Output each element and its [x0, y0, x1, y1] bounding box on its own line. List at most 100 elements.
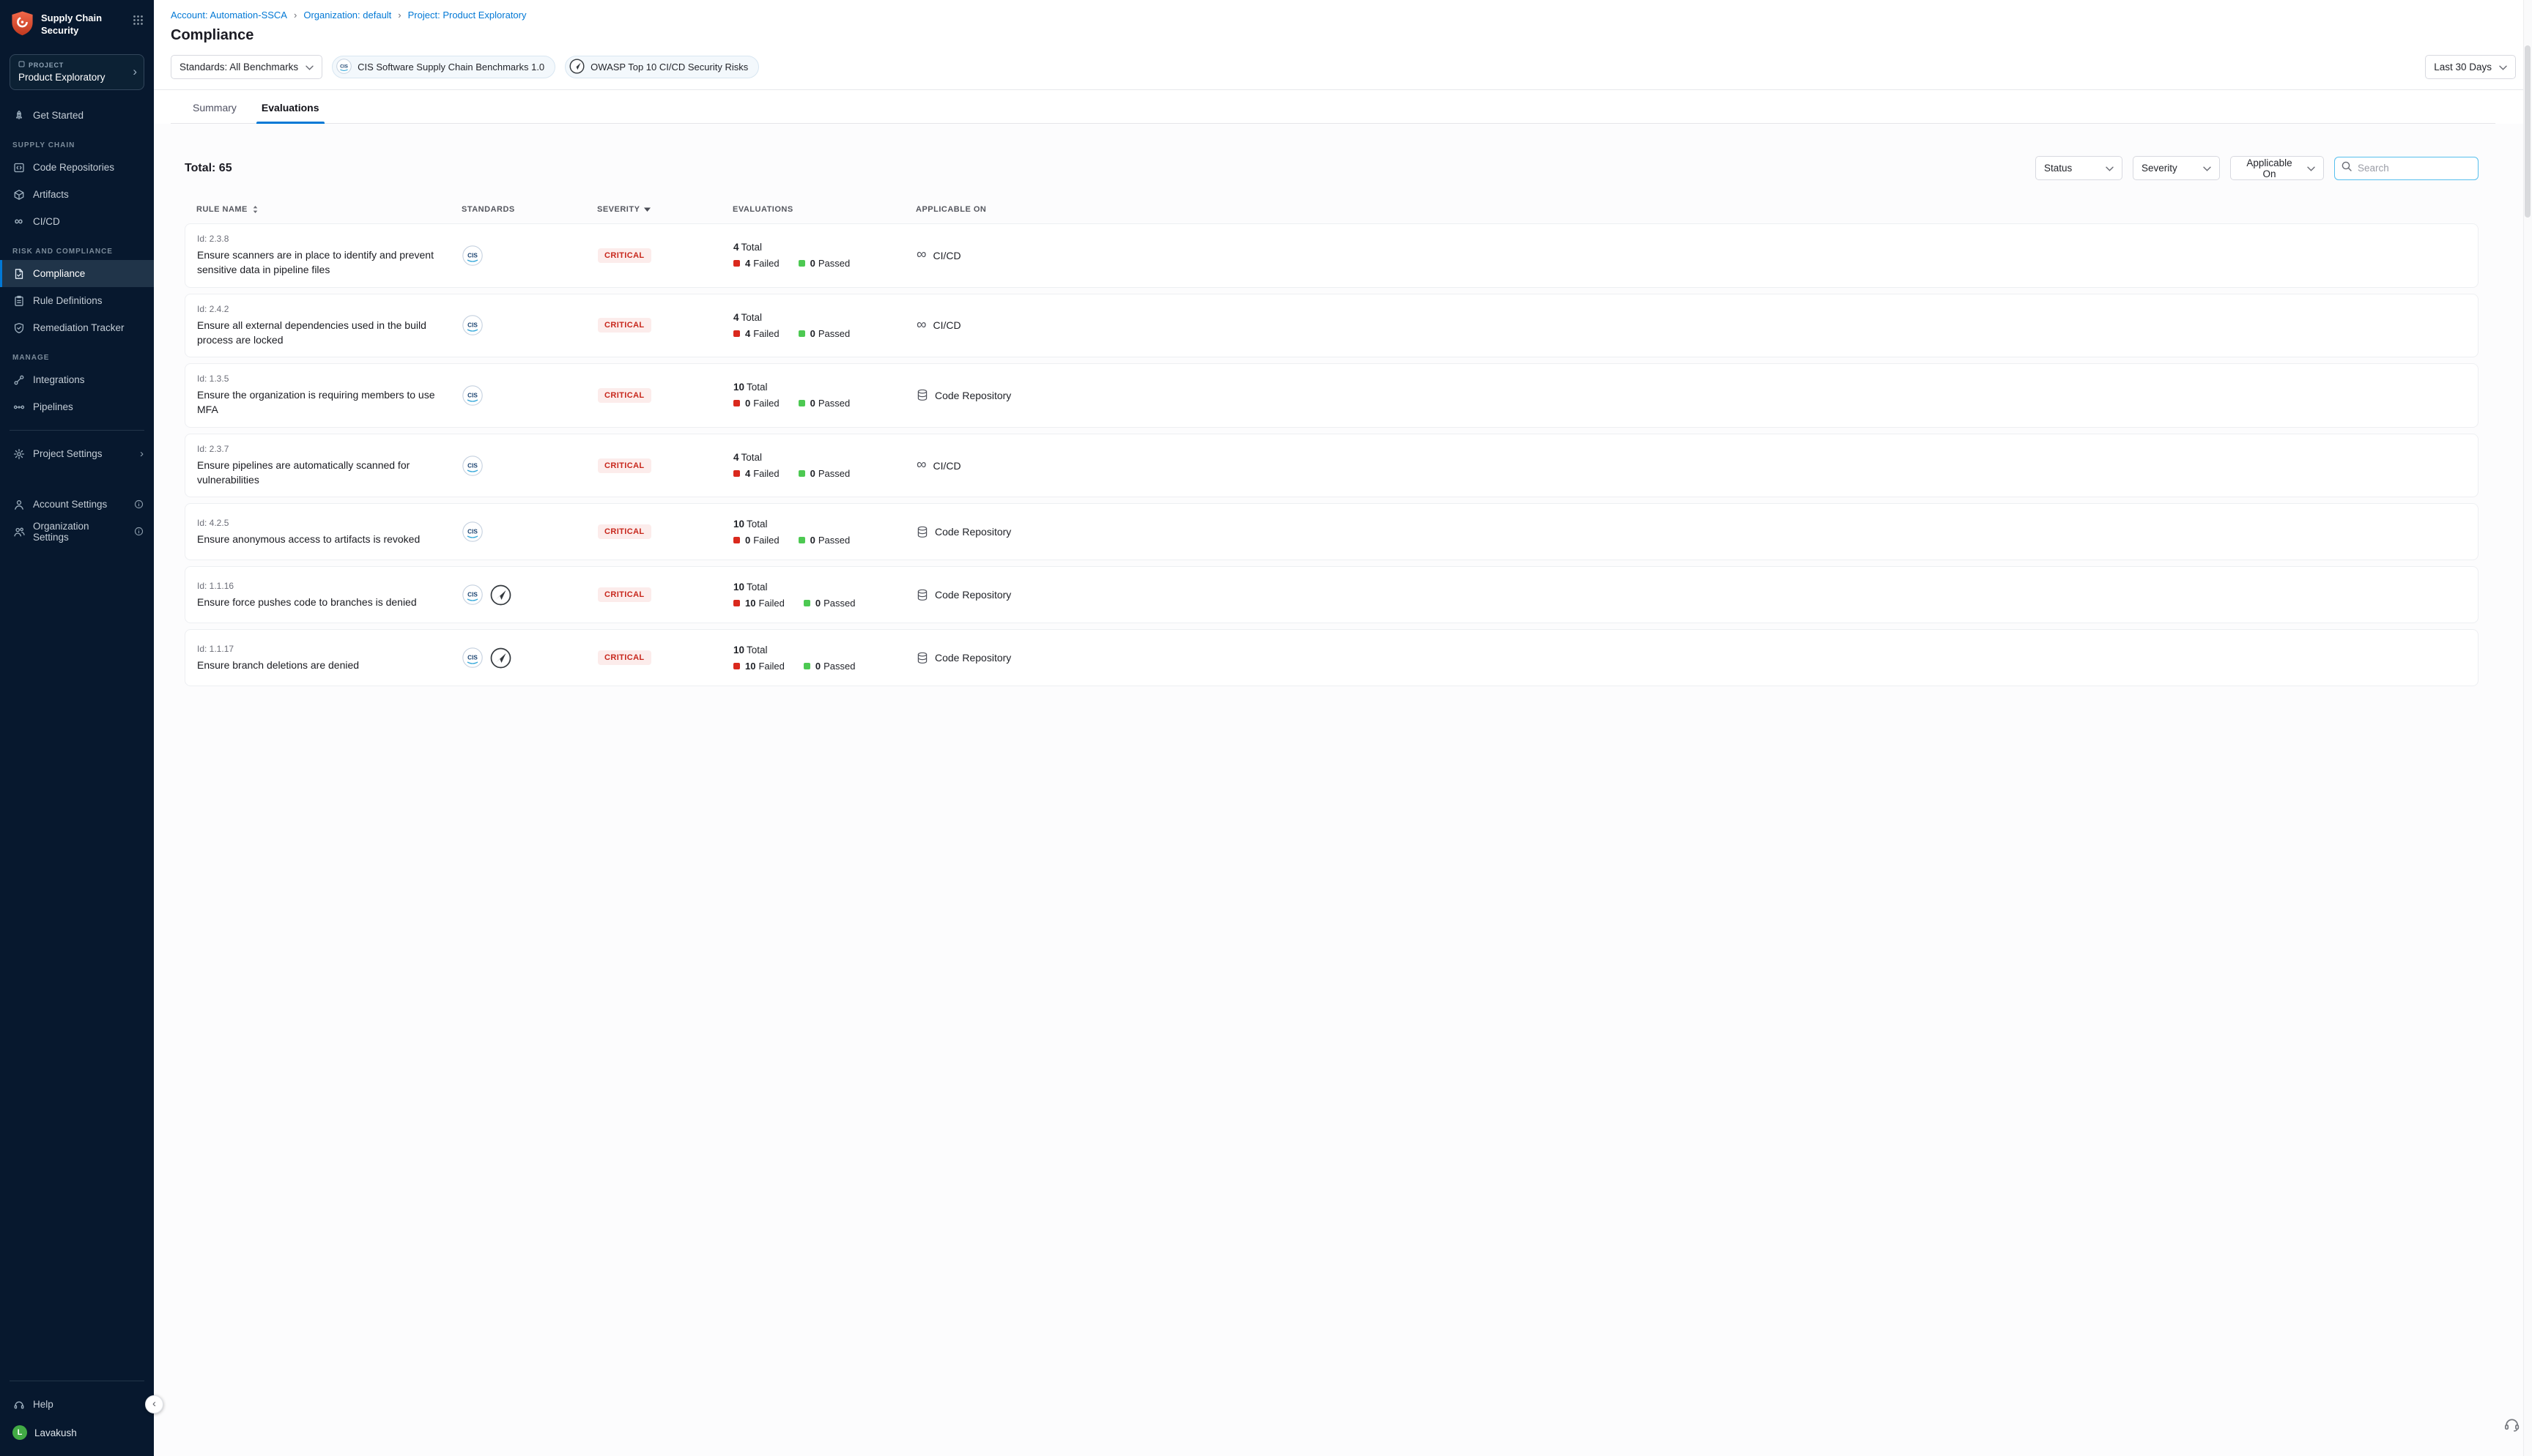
section-label-manage: MANAGE [12, 354, 154, 362]
scrollbar-thumb[interactable] [2525, 45, 2531, 218]
table-row[interactable]: Id: 2.3.8 Ensure scanners are in place t… [185, 223, 2479, 288]
sidebar-item-label: Artifacts [33, 189, 69, 200]
breadcrumb: Account: Automation-SSCA › Organization:… [171, 10, 2516, 21]
search-input[interactable] [2358, 163, 2471, 174]
person-icon [12, 499, 25, 510]
rule-id: Id: 2.3.8 [197, 234, 462, 244]
severity-filter-value: Severity [2142, 163, 2177, 174]
failed-indicator [733, 330, 740, 337]
eval-failed-label: Failed [758, 661, 784, 672]
sort-icon[interactable] [252, 205, 259, 214]
search-box [2334, 157, 2479, 180]
sidebar-item-remediation-tracker[interactable]: Remediation Tracker [0, 314, 154, 341]
column-severity: SEVERITY [597, 205, 640, 214]
date-range-dropdown[interactable]: Last 30 Days [2425, 55, 2516, 79]
eval-failed-label: Failed [758, 598, 784, 609]
cube-icon [12, 189, 25, 201]
nodes-icon [12, 374, 25, 386]
table-row[interactable]: Id: 1.1.16 Ensure force pushes code to b… [185, 566, 2479, 623]
scrollbar [2523, 0, 2532, 1456]
eval-total-count: 10 [733, 582, 744, 593]
sidebar-item-organization-settings[interactable]: Organization Settings [0, 518, 154, 545]
supply-chain-security-logo-icon [10, 10, 34, 41]
severity-badge: CRITICAL [598, 650, 651, 665]
cis-logo-icon: CIS [462, 245, 483, 266]
status-filter-dropdown[interactable]: Status [2035, 156, 2122, 180]
eval-total-label: Total [741, 452, 763, 463]
sidebar-collapse-button[interactable]: ‹ [145, 1395, 163, 1414]
tab-summary[interactable]: Summary [191, 94, 238, 123]
gear-icon [12, 448, 25, 460]
applicable-on-label: CI/CD [933, 319, 961, 331]
rule-name: Ensure all external dependencies used in… [197, 318, 450, 348]
eval-failed-label: Failed [753, 468, 779, 479]
applicable-on-filter-value: Applicable On [2239, 157, 2300, 179]
sidebar-item-help[interactable]: Help [0, 1391, 154, 1418]
eval-failed-count: 10 [745, 661, 755, 672]
sidebar-item-label: Get Started [33, 110, 84, 121]
sidebar-item-code-repositories[interactable]: Code Repositories [0, 154, 154, 181]
chip-label: CIS Software Supply Chain Benchmarks 1.0 [358, 62, 544, 73]
column-rule-name: RULE NAME [196, 205, 248, 214]
table-row[interactable]: Id: 1.1.17 Ensure branch deletions are d… [185, 629, 2479, 686]
sidebar-item-account-settings[interactable]: Account Settings [0, 491, 154, 518]
project-selector[interactable]: PROJECT Product Exploratory › [10, 54, 144, 90]
table-row[interactable]: Id: 2.3.7 Ensure pipelines are automatic… [185, 434, 2479, 498]
applicable-on-filter-dropdown[interactable]: Applicable On [2230, 156, 2324, 180]
evaluations-panel: Total: 65 Status Severity [154, 124, 2532, 1456]
severity-filter-dropdown[interactable]: Severity [2133, 156, 2220, 180]
sidebar-item-label: Project Settings [33, 448, 103, 459]
svg-text:CIS: CIS [467, 252, 478, 259]
sidebar-item-label: CI/CD [33, 216, 60, 227]
chevron-right-icon: › [133, 64, 137, 79]
eval-total-count: 10 [733, 519, 744, 530]
eval-passed-label: Passed [818, 258, 850, 269]
owasp-logo-icon [490, 647, 511, 669]
module-grid-icon[interactable] [133, 15, 144, 26]
table-row[interactable]: Id: 4.2.5 Ensure anonymous access to art… [185, 503, 2479, 560]
code-repository-icon [917, 389, 928, 401]
passed-indicator [799, 470, 805, 477]
chevron-down-icon [306, 65, 314, 70]
sort-desc-icon[interactable] [644, 207, 651, 212]
benchmark-chip-cis[interactable]: CIS CIS Software Supply Chain Benchmarks… [332, 56, 555, 78]
standards-dropdown[interactable]: Standards: All Benchmarks [171, 55, 322, 79]
rule-id: Id: 4.2.5 [197, 518, 462, 528]
cicd-icon: ∞ [917, 318, 927, 332]
sidebar-item-get-started[interactable]: Get Started [0, 102, 154, 129]
chevron-down-icon [2203, 166, 2211, 171]
sidebar-item-compliance[interactable]: Compliance [0, 260, 154, 287]
applicable-on-label: Code Repository [935, 652, 1011, 664]
eval-passed-label: Passed [818, 398, 850, 409]
cicd-icon: ∞ [917, 458, 927, 472]
breadcrumb-organization-link[interactable]: Organization: default [303, 10, 391, 21]
sidebar-item-rule-definitions[interactable]: Rule Definitions [0, 287, 154, 314]
eval-failed-label: Failed [753, 328, 779, 339]
main-content: Account: Automation-SSCA › Organization:… [154, 0, 2532, 1456]
sidebar-item-project-settings[interactable]: Project Settings › [0, 440, 154, 467]
sidebar-item-label: Help [33, 1399, 53, 1410]
eval-failed-count: 4 [745, 258, 750, 269]
table-row[interactable]: Id: 1.3.5 Ensure the organization is req… [185, 363, 2479, 428]
rule-name: Ensure anonymous access to artifacts is … [197, 532, 450, 546]
cis-logo-icon: CIS [462, 385, 483, 406]
sidebar-item-artifacts[interactable]: Artifacts [0, 181, 154, 208]
passed-indicator [804, 600, 810, 606]
passed-indicator [804, 663, 810, 669]
people-icon [12, 526, 25, 538]
sidebar-item-cicd[interactable]: ∞ CI/CD [0, 208, 154, 235]
eval-failed-count: 10 [745, 598, 755, 609]
breadcrumb-project-link[interactable]: Project: Product Exploratory [408, 10, 527, 21]
support-chat-button[interactable] [2503, 1415, 2521, 1437]
breadcrumb-account-link[interactable]: Account: Automation-SSCA [171, 10, 287, 21]
failed-indicator [733, 400, 740, 406]
eval-passed-count: 0 [810, 535, 815, 546]
user-menu[interactable]: L Lavakush [0, 1418, 154, 1447]
failed-indicator [733, 470, 740, 477]
benchmark-chip-owasp[interactable]: OWASP Top 10 CI/CD Security Risks [565, 56, 759, 78]
sidebar-item-pipelines[interactable]: Pipelines [0, 393, 154, 420]
sidebar-item-label: Pipelines [33, 401, 73, 412]
table-row[interactable]: Id: 2.4.2 Ensure all external dependenci… [185, 294, 2479, 358]
sidebar-item-integrations[interactable]: Integrations [0, 366, 154, 393]
tab-evaluations[interactable]: Evaluations [260, 94, 321, 123]
